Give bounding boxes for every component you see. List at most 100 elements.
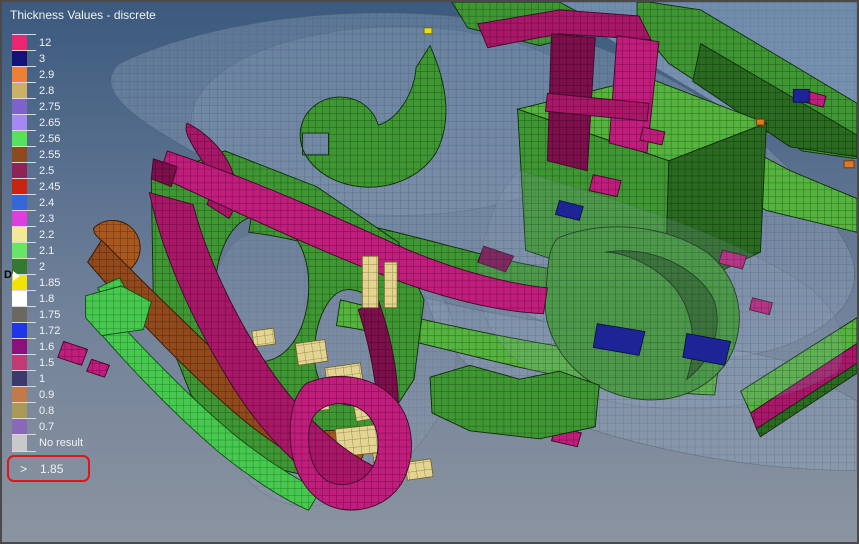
legend-item[interactable]: 2.45	[12, 179, 122, 195]
legend-item[interactable]: 2.3	[12, 211, 122, 227]
legend-tick	[12, 34, 36, 35]
default-thickness-marker[interactable]: D	[4, 269, 20, 282]
thickness-legend: Thickness Values - discrete 1232.92.82.7…	[2, 2, 132, 502]
legend-value-label: 1.8	[39, 291, 54, 307]
legend-value-label: 1.5	[39, 355, 54, 371]
legend-color-swatch[interactable]	[12, 115, 27, 131]
legend-value-label: 2.3	[39, 211, 54, 227]
legend-color-swatch[interactable]	[12, 371, 27, 387]
threshold-value: 1.85	[40, 462, 63, 476]
legend-color-swatch[interactable]	[12, 195, 27, 211]
legend-value-label: 2.45	[39, 179, 60, 195]
legend-value-label: 1.85	[39, 275, 60, 291]
legend-item[interactable]: 1.6	[12, 339, 122, 355]
legend-item[interactable]: 2.55	[12, 147, 122, 163]
legend-color-swatch[interactable]	[12, 307, 27, 323]
legend-value-label: 0.9	[39, 387, 54, 403]
legend-tick	[12, 402, 36, 403]
legend-value-label: 2.65	[39, 115, 60, 131]
legend-item[interactable]: 1.8	[12, 291, 122, 307]
legend-tick	[12, 290, 36, 291]
default-marker-arrow-icon	[13, 271, 20, 281]
legend-color-swatch[interactable]	[12, 339, 27, 355]
legend-item[interactable]: 1.72	[12, 323, 122, 339]
legend-color-swatch[interactable]	[12, 163, 27, 179]
legend-color-swatch[interactable]	[12, 35, 27, 51]
legend-value-label: 2.4	[39, 195, 54, 211]
legend-item[interactable]: No result	[12, 435, 122, 451]
legend-color-swatch[interactable]	[12, 99, 27, 115]
legend-item[interactable]: 2.9	[12, 67, 122, 83]
legend-item[interactable]: 2.2	[12, 227, 122, 243]
legend-color-swatch[interactable]	[12, 131, 27, 147]
legend-item[interactable]: 0.8	[12, 403, 122, 419]
legend-color-swatch[interactable]	[12, 83, 27, 99]
legend-rows: 1232.92.82.752.652.562.552.52.452.42.32.…	[12, 35, 122, 451]
legend-item[interactable]: 2	[12, 259, 122, 275]
legend-color-swatch[interactable]	[12, 419, 27, 435]
legend-tick	[12, 210, 36, 211]
legend-value-label: 2.56	[39, 131, 60, 147]
legend-item[interactable]: 0.9	[12, 387, 122, 403]
legend-value-label: 1.6	[39, 339, 54, 355]
legend-tick	[12, 98, 36, 99]
legend-color-swatch[interactable]	[12, 387, 27, 403]
legend-item[interactable]: 3	[12, 51, 122, 67]
threshold-filter-annotation[interactable]: > 1.85	[7, 455, 90, 482]
legend-item[interactable]: 2.65	[12, 115, 122, 131]
viewport-frame: Thickness Values - discrete 1232.92.82.7…	[0, 0, 859, 544]
legend-tick	[12, 354, 36, 355]
3d-viewport[interactable]: Thickness Values - discrete 1232.92.82.7…	[2, 2, 857, 542]
legend-color-swatch[interactable]	[12, 323, 27, 339]
legend-tick	[12, 82, 36, 83]
legend-value-label: 0.8	[39, 403, 54, 419]
legend-tick	[12, 194, 36, 195]
legend-value-label: 2.2	[39, 227, 54, 243]
threshold-operator: >	[20, 462, 27, 476]
legend-color-swatch[interactable]	[12, 291, 27, 307]
legend-item[interactable]: 1.5	[12, 355, 122, 371]
legend-tick	[12, 418, 36, 419]
legend-color-swatch[interactable]	[12, 403, 27, 419]
legend-color-swatch[interactable]	[12, 243, 27, 259]
legend-tick	[12, 242, 36, 243]
legend-color-swatch[interactable]	[12, 227, 27, 243]
legend-color-swatch[interactable]	[12, 67, 27, 83]
legend-value-label: 12	[39, 35, 51, 51]
legend-tick	[12, 338, 36, 339]
legend-tick	[12, 434, 36, 435]
legend-tick	[12, 451, 36, 452]
legend-item[interactable]: 1.85	[12, 275, 122, 291]
legend-item[interactable]: 1	[12, 371, 122, 387]
legend-tick	[12, 322, 36, 323]
legend-item[interactable]: 1.75	[12, 307, 122, 323]
legend-tick	[12, 306, 36, 307]
legend-value-label: 0.7	[39, 419, 54, 435]
legend-value-label: 2.9	[39, 67, 54, 83]
legend-tick	[12, 258, 36, 259]
legend-tick	[12, 162, 36, 163]
legend-item[interactable]: 2.8	[12, 83, 122, 99]
legend-value-label: 2.55	[39, 147, 60, 163]
legend-color-swatch[interactable]	[12, 51, 27, 67]
legend-value-label: 3	[39, 51, 45, 67]
legend-value-label: 2.5	[39, 163, 54, 179]
legend-color-swatch[interactable]	[12, 147, 27, 163]
legend-tick	[12, 66, 36, 67]
legend-tick	[12, 50, 36, 51]
legend-color-swatch[interactable]	[12, 355, 27, 371]
legend-tick	[12, 386, 36, 387]
legend-item[interactable]: 2.5	[12, 163, 122, 179]
legend-value-label: No result	[39, 435, 83, 451]
legend-item[interactable]: 2.4	[12, 195, 122, 211]
legend-item[interactable]: 2.1	[12, 243, 122, 259]
legend-value-label: 1	[39, 371, 45, 387]
legend-tick	[12, 178, 36, 179]
legend-item[interactable]: 12	[12, 35, 122, 51]
legend-item[interactable]: 0.7	[12, 419, 122, 435]
legend-item[interactable]: 2.56	[12, 131, 122, 147]
legend-color-swatch[interactable]	[12, 211, 27, 227]
legend-color-swatch[interactable]	[12, 435, 27, 451]
legend-color-swatch[interactable]	[12, 179, 27, 195]
legend-item[interactable]: 2.75	[12, 99, 122, 115]
